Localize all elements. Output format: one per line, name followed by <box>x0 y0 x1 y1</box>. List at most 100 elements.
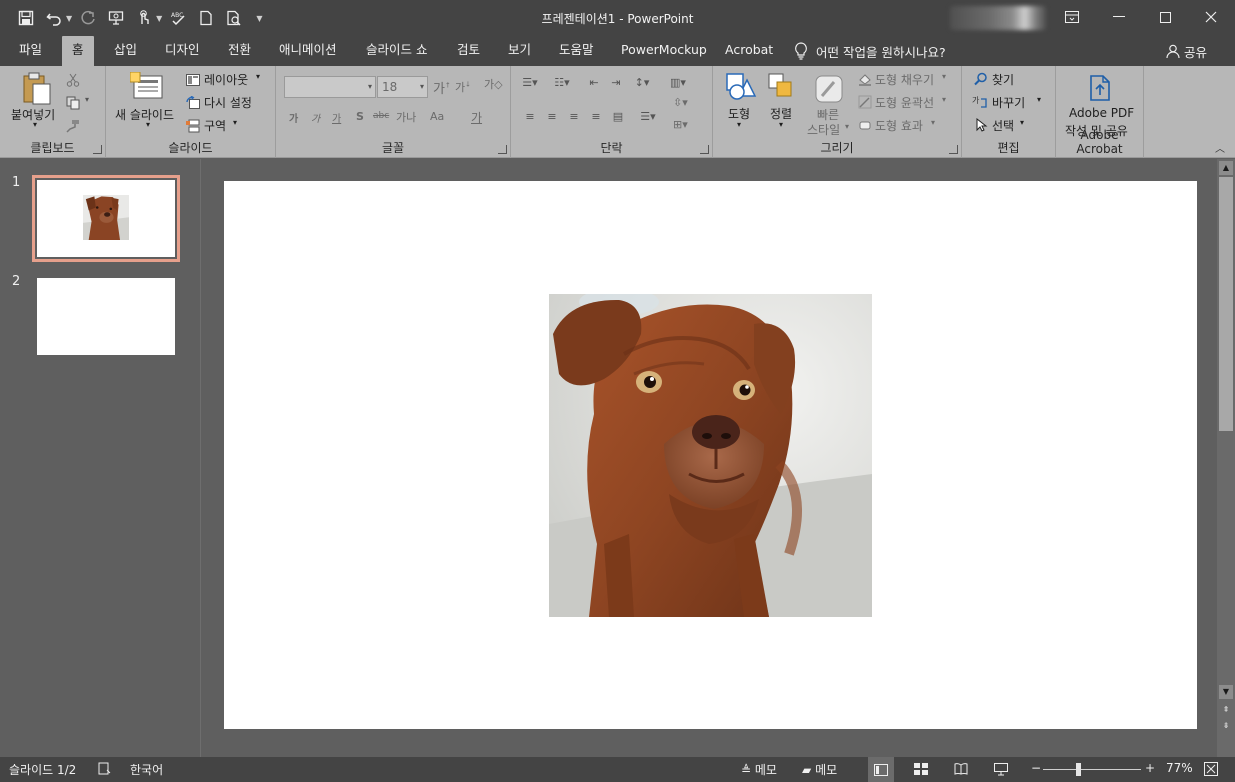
bold-icon[interactable]: 가 <box>289 110 298 125</box>
zoom-level[interactable]: 77% <box>1166 761 1193 775</box>
arrange-icon[interactable] <box>767 72 797 102</box>
decrease-indent-icon[interactable]: ⇤ <box>583 76 605 89</box>
present-from-start-icon[interactable] <box>104 6 128 30</box>
replace-icon[interactable]: 가 <box>972 94 987 108</box>
layout-icon[interactable] <box>186 72 200 86</box>
paste-dropdown-icon[interactable]: ▾ <box>33 120 37 129</box>
new-slide-dropdown-icon[interactable]: ▾ <box>146 120 150 129</box>
format-painter-icon[interactable] <box>66 118 80 133</box>
strikethrough-icon[interactable]: abc <box>373 111 389 121</box>
previous-slide-icon[interactable]: ⇞ <box>1219 703 1233 717</box>
zoom-out-button[interactable]: − <box>1031 761 1041 775</box>
section-dropdown-icon[interactable]: ▾ <box>233 118 237 127</box>
normal-view-icon[interactable] <box>868 757 894 782</box>
undo-dropdown-icon[interactable]: ▼ <box>66 14 72 23</box>
columns-icon[interactable]: ▥▾ <box>667 76 689 89</box>
numbering-icon[interactable]: ☷▾ <box>551 76 573 89</box>
tell-me-search[interactable]: 어떤 작업을 원하시나요? <box>794 36 946 66</box>
clipboard-launcher-icon[interactable] <box>93 145 102 154</box>
save-icon[interactable] <box>14 6 38 30</box>
layout-label[interactable]: 레이아웃 <box>204 71 248 88</box>
next-slide-icon[interactable]: ⇟ <box>1219 719 1233 733</box>
layout-dropdown-icon[interactable]: ▾ <box>256 72 260 81</box>
paste-icon[interactable] <box>20 72 52 106</box>
shape-effects-icon[interactable] <box>858 117 872 131</box>
font-color-icon[interactable]: 가 <box>471 109 482 126</box>
shape-fill-dropdown-icon[interactable]: ▾ <box>942 72 946 81</box>
find-label[interactable]: 찾기 <box>992 71 1014 88</box>
select-label[interactable]: 선택 <box>992 117 1014 134</box>
vertical-scrollbar[interactable]: ▲ ▼ ⇞ ⇟ <box>1217 159 1235 757</box>
touch-mode-icon[interactable] <box>132 6 156 30</box>
tab-design[interactable]: 디자인 <box>163 36 202 66</box>
line-spacing-icon[interactable]: ↕▾ <box>631 76 653 89</box>
shape-outline-dropdown-icon[interactable]: ▾ <box>942 95 946 104</box>
underline-icon[interactable]: 가 <box>332 110 341 125</box>
font-name-combo[interactable]: ▾ <box>284 76 376 98</box>
account-avatar[interactable] <box>950 6 1046 30</box>
shape-effects-label[interactable]: 도형 효과 <box>875 117 923 134</box>
align-left-icon[interactable]: ≡ <box>519 110 541 123</box>
quick-styles-label-2[interactable]: 스타일 <box>807 121 840 138</box>
slide-thumbnail-1[interactable] <box>32 175 180 262</box>
slide-sorter-icon[interactable] <box>914 763 928 778</box>
shape-outline-icon[interactable] <box>858 94 872 109</box>
smartart-icon[interactable]: ⊞▾ <box>673 118 688 131</box>
zoom-slider-knob[interactable] <box>1076 763 1081 776</box>
minimize-icon[interactable] <box>1096 0 1142 34</box>
italic-icon[interactable]: 가 <box>311 110 320 125</box>
tab-acrobat[interactable]: Acrobat <box>723 36 775 66</box>
distribute-icon[interactable]: ▤ <box>607 110 629 123</box>
align-text-icon[interactable]: ⇳▾ <box>673 96 688 109</box>
section-label[interactable]: 구역 <box>204 117 226 134</box>
replace-label[interactable]: 바꾸기 <box>992 94 1025 111</box>
quick-styles-icon[interactable] <box>814 74 844 104</box>
language-indicator[interactable]: 한국어 <box>130 761 163 778</box>
new-slide-label[interactable]: 새 슬라이드 <box>115 106 174 123</box>
shape-outline-label[interactable]: 도형 윤곽선 <box>875 94 934 111</box>
share-button[interactable]: 공유 <box>1166 36 1207 66</box>
select-icon[interactable] <box>975 117 989 132</box>
dog-photo[interactable] <box>549 294 872 617</box>
accessibility-icon[interactable] <box>98 761 112 778</box>
align-right-icon[interactable]: ≡ <box>563 110 585 123</box>
customize-qat-icon[interactable]: ▼ <box>256 14 262 23</box>
shape-fill-label[interactable]: 도형 채우기 <box>875 71 934 88</box>
maximize-icon[interactable] <box>1142 0 1188 34</box>
tab-help[interactable]: 도움말 <box>557 36 596 66</box>
shapes-icon[interactable] <box>725 72 757 102</box>
paragraph-launcher-icon[interactable] <box>700 145 709 154</box>
shadow-icon[interactable]: S <box>356 110 364 123</box>
slideshow-view-icon[interactable] <box>994 763 1008 779</box>
arrange-dropdown-icon[interactable]: ▾ <box>779 120 783 129</box>
tab-powermockup[interactable]: PowerMockup <box>619 36 709 66</box>
fit-to-window-icon[interactable] <box>1204 762 1218 779</box>
scroll-down-icon[interactable]: ▼ <box>1219 685 1233 699</box>
collapse-ribbon-icon[interactable]: ︿ <box>1215 140 1225 155</box>
increase-font-icon[interactable]: 가↑ <box>433 78 451 97</box>
font-name-dropdown-icon[interactable]: ▾ <box>368 77 372 97</box>
comments-button[interactable]: ▰ 메모 <box>802 761 837 778</box>
tab-view[interactable]: 보기 <box>506 36 533 66</box>
change-case-icon[interactable]: Aa <box>430 110 444 123</box>
shapes-dropdown-icon[interactable]: ▾ <box>737 120 741 129</box>
scrollbar-thumb[interactable] <box>1219 177 1233 431</box>
find-icon[interactable] <box>974 71 988 86</box>
font-size-combo[interactable]: 18 ▾ <box>377 76 428 98</box>
font-size-dropdown-icon[interactable]: ▾ <box>420 77 424 97</box>
increase-indent-icon[interactable]: ⇥ <box>605 76 627 89</box>
char-spacing-icon[interactable]: 가나 <box>396 109 416 125</box>
shape-fill-icon[interactable] <box>858 71 872 86</box>
ribbon-display-options-icon[interactable] <box>1049 0 1095 34</box>
tab-transitions[interactable]: 전환 <box>226 36 253 66</box>
zoom-in-button[interactable]: + <box>1145 761 1155 775</box>
tab-slideshow[interactable]: 슬라이드 쇼 <box>364 36 429 66</box>
decrease-font-icon[interactable]: 가↓ <box>455 79 471 95</box>
create-pdf-icon[interactable] <box>1087 74 1113 102</box>
copy-dropdown-icon[interactable]: ▾ <box>85 95 89 104</box>
cut-icon[interactable] <box>66 72 80 87</box>
reset-label[interactable]: 다시 설정 <box>204 94 252 111</box>
reading-view-icon[interactable] <box>954 763 968 778</box>
redo-icon[interactable] <box>76 6 100 30</box>
replace-dropdown-icon[interactable]: ▾ <box>1037 95 1041 104</box>
